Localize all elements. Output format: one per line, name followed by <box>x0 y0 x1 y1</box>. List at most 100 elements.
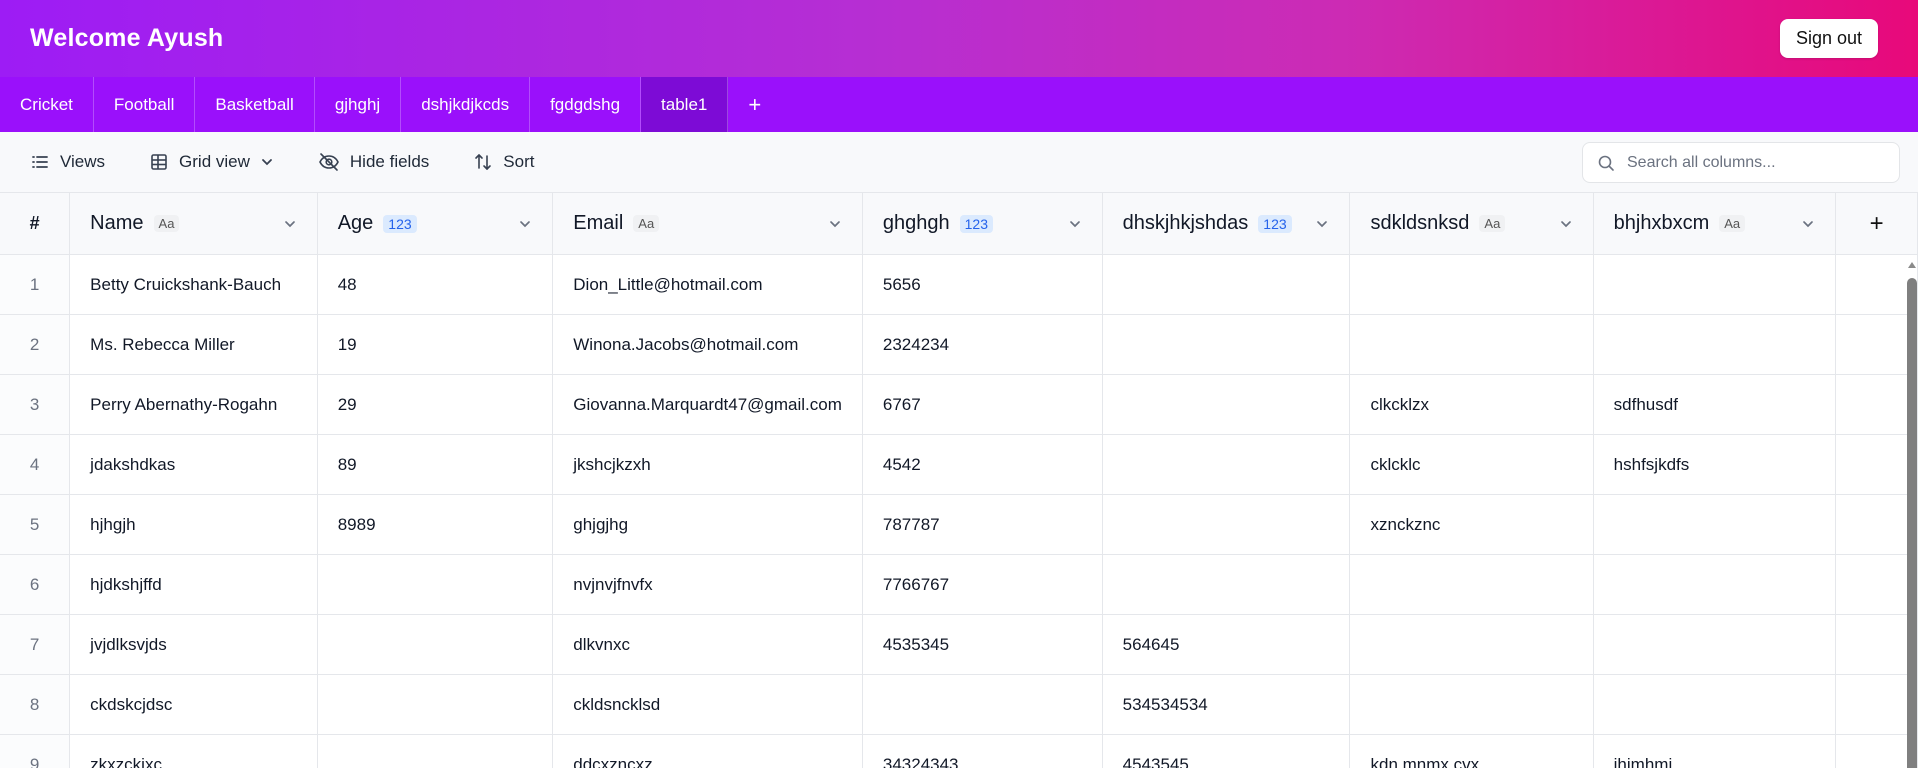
chevron-down-icon[interactable] <box>518 217 532 231</box>
tab-gjhghj[interactable]: gjhghj <box>315 77 402 132</box>
sort-button[interactable]: Sort <box>473 152 534 172</box>
table-cell[interactable]: ihjmhmj <box>1593 734 1837 768</box>
table-cell[interactable]: sdfhusdf <box>1593 374 1837 435</box>
table-cell[interactable]: jvjdlksvjds <box>69 614 318 675</box>
table-cell[interactable]: ghjgjhg <box>552 494 863 555</box>
hide-fields-button[interactable]: Hide fields <box>318 152 429 172</box>
column-header-ghghgh[interactable]: ghghgh 123 <box>862 193 1103 255</box>
table-cell[interactable]: Giovanna.Marquardt47@gmail.com <box>552 374 863 435</box>
table-cell[interactable]: kdn mnmx cvx <box>1349 734 1594 768</box>
table-cell[interactable]: 48 <box>317 254 554 315</box>
table-cell[interactable]: nvjnvjfnvfx <box>552 554 863 615</box>
chevron-down-icon[interactable] <box>828 217 842 231</box>
table-cell[interactable] <box>1102 494 1351 555</box>
table-cell[interactable] <box>1593 674 1837 735</box>
table-cell[interactable] <box>862 674 1103 735</box>
column-header-name[interactable]: Name Aa <box>69 193 318 255</box>
table-cell[interactable] <box>317 554 554 615</box>
table-cell[interactable]: ddcxzncxz <box>552 734 863 768</box>
table-cell[interactable] <box>1349 674 1594 735</box>
table-row: 8 ckdskcjdsc ckldsncklsd 534534534 <box>0 674 1918 735</box>
table-cell[interactable]: 8989 <box>317 494 554 555</box>
table-cell[interactable]: 2324234 <box>862 314 1103 375</box>
chevron-down-icon[interactable] <box>1315 217 1329 231</box>
table-cell[interactable]: ckdskcjdsc <box>69 674 318 735</box>
table-cell[interactable] <box>1349 314 1594 375</box>
table-cell[interactable]: 19 <box>317 314 554 375</box>
table-cell[interactable]: 5656 <box>862 254 1103 315</box>
column-header-age[interactable]: Age 123 <box>317 193 554 255</box>
add-tab-button[interactable]: + <box>728 77 781 132</box>
grid-view-button[interactable]: Grid view <box>149 152 274 172</box>
chevron-down-icon[interactable] <box>1559 217 1573 231</box>
column-header-email[interactable]: Email Aa <box>552 193 863 255</box>
scroll-up-arrow-icon[interactable] <box>1908 262 1916 268</box>
table-cell[interactable]: 89 <box>317 434 554 495</box>
table-cell[interactable]: 4542 <box>862 434 1103 495</box>
table-cell[interactable] <box>1349 614 1594 675</box>
table-cell[interactable] <box>1349 254 1594 315</box>
column-header-sdkldsnksd[interactable]: sdkldsnksd Aa <box>1349 193 1594 255</box>
add-column-button[interactable]: + <box>1835 193 1918 255</box>
table-cell[interactable]: jkshcjkzxh <box>552 434 863 495</box>
column-header-bhjhxbxcm[interactable]: bhjhxbxcm Aa <box>1593 193 1837 255</box>
tab-cricket[interactable]: Cricket <box>0 77 94 132</box>
table-cell[interactable]: 6767 <box>862 374 1103 435</box>
table-cell[interactable]: jdakshdkas <box>69 434 318 495</box>
scrollbar-thumb[interactable] <box>1907 278 1917 768</box>
search-input[interactable] <box>1627 153 1877 172</box>
number-type-badge: 123 <box>1258 214 1292 233</box>
list-icon <box>32 156 48 168</box>
table-cell[interactable] <box>1102 374 1351 435</box>
tab-basketball[interactable]: Basketball <box>195 77 315 132</box>
table-cell[interactable]: 564645 <box>1102 614 1351 675</box>
chevron-down-icon[interactable] <box>1068 217 1082 231</box>
sign-out-button[interactable]: Sign out <box>1779 19 1878 58</box>
vertical-scrollbar[interactable] <box>1906 258 1918 768</box>
chevron-down-icon[interactable] <box>1801 217 1815 231</box>
table-cell[interactable]: 34324343 <box>862 734 1103 768</box>
table-cell[interactable]: 29 <box>317 374 554 435</box>
table-cell[interactable]: 7766767 <box>862 554 1103 615</box>
column-header-dhskjhkjshdas[interactable]: dhskjhkjshdas 123 <box>1102 193 1351 255</box>
table-cell[interactable]: Winona.Jacobs@hotmail.com <box>552 314 863 375</box>
table-cell[interactable]: Ms. Rebecca Miller <box>69 314 318 375</box>
table-cell[interactable]: Dion_Little@hotmail.com <box>552 254 863 315</box>
table-cell[interactable]: 787787 <box>862 494 1103 555</box>
table-cell[interactable] <box>1102 554 1351 615</box>
views-button[interactable]: Views <box>30 152 105 172</box>
table-cell[interactable]: 4543545 <box>1102 734 1351 768</box>
chevron-down-icon[interactable] <box>283 217 297 231</box>
table-cell[interactable]: zkxzckjxc <box>69 734 318 768</box>
column-title: bhjhxbxcm <box>1613 212 1710 234</box>
table-cell[interactable] <box>1593 314 1837 375</box>
tab-football[interactable]: Football <box>94 77 196 132</box>
table-cell[interactable] <box>1593 494 1837 555</box>
table-cell[interactable] <box>1102 314 1351 375</box>
table-cell[interactable]: clkcklzx <box>1349 374 1594 435</box>
table-cell[interactable]: xznckznc <box>1349 494 1594 555</box>
table-cell[interactable]: dlkvnxc <box>552 614 863 675</box>
table-cell[interactable] <box>1349 554 1594 615</box>
table-cell[interactable] <box>317 674 554 735</box>
table-cell[interactable] <box>317 614 554 675</box>
tab-table1[interactable]: table1 <box>641 77 729 132</box>
table-cell[interactable]: cklcklc <box>1349 434 1594 495</box>
table-cell[interactable] <box>1593 614 1837 675</box>
table-cell[interactable]: hjhgjh <box>69 494 318 555</box>
tab-fgdgdshg[interactable]: fgdgdshg <box>530 77 642 132</box>
table-cell[interactable]: Betty Cruickshank-Bauch <box>69 254 318 315</box>
table-cell[interactable]: hshfsjkdfs <box>1593 434 1837 495</box>
tab-dshjkdjkcds[interactable]: dshjkdjkcds <box>401 77 531 132</box>
row-number: 7 <box>0 614 71 675</box>
table-cell[interactable] <box>1102 254 1351 315</box>
table-cell[interactable] <box>1593 554 1837 615</box>
table-cell[interactable]: 534534534 <box>1102 674 1351 735</box>
table-cell[interactable] <box>1102 434 1351 495</box>
table-cell[interactable]: 4535345 <box>862 614 1103 675</box>
table-cell[interactable]: hjdkshjffd <box>69 554 318 615</box>
table-cell[interactable]: ckldsncklsd <box>552 674 863 735</box>
table-cell[interactable]: Perry Abernathy-Rogahn <box>69 374 318 435</box>
table-cell[interactable] <box>1593 254 1837 315</box>
table-cell[interactable] <box>317 734 554 768</box>
